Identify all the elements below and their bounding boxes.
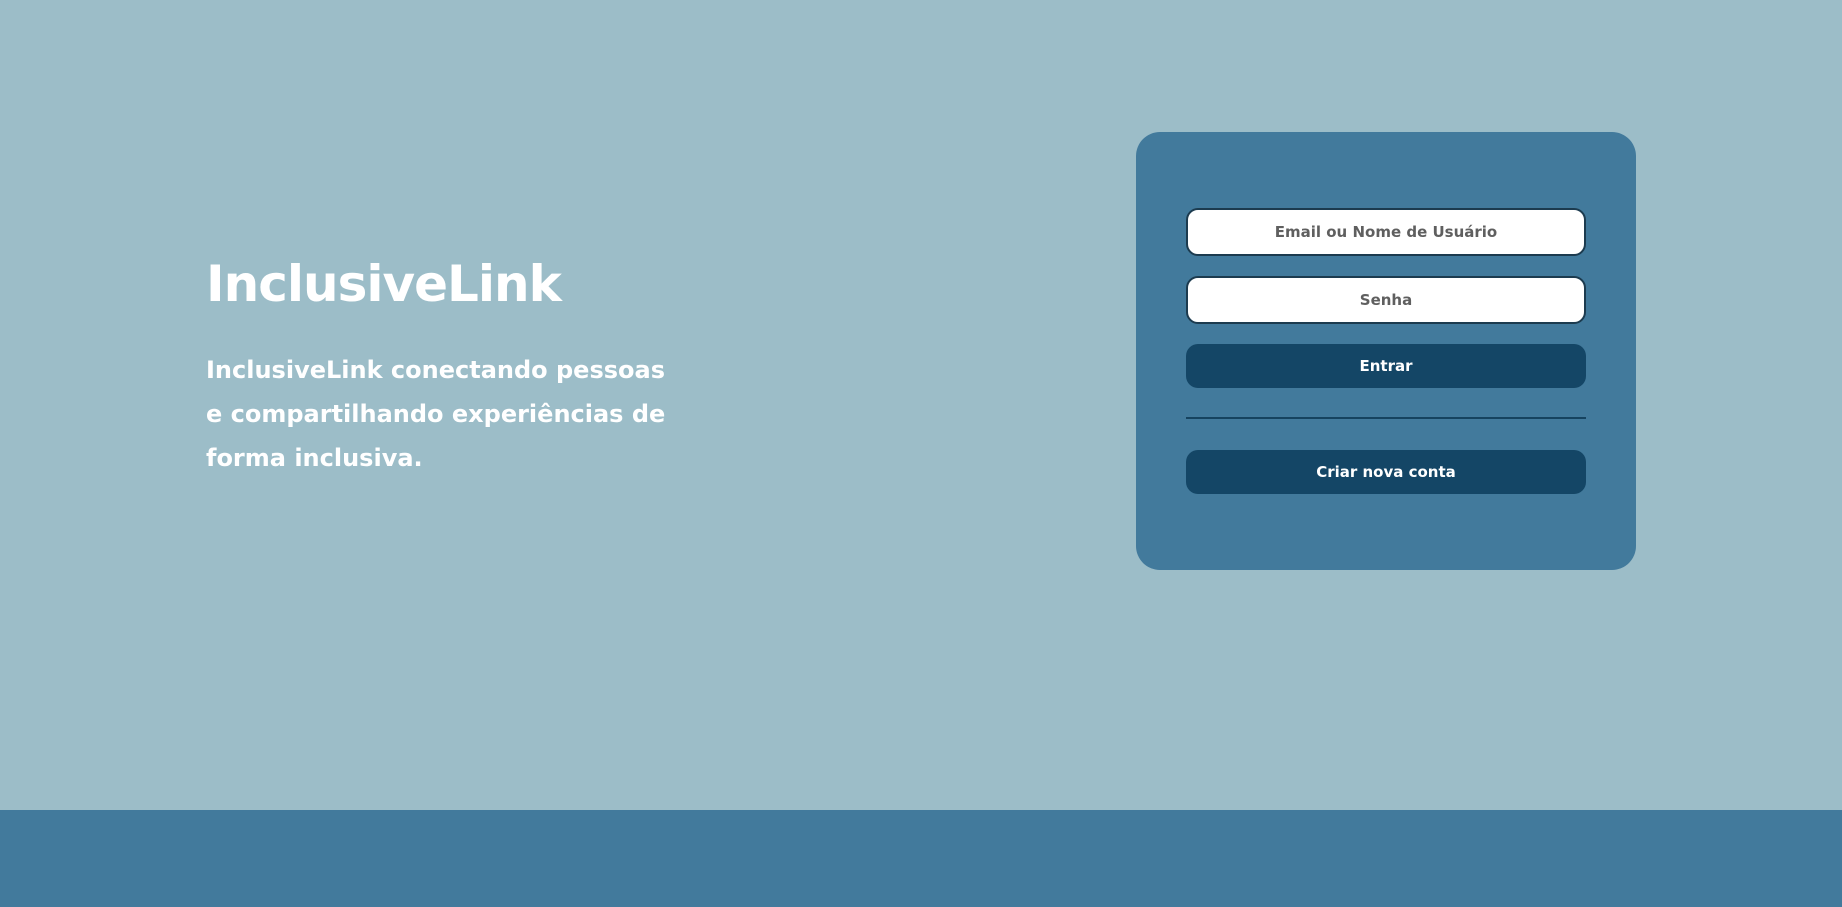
brand-title: InclusiveLink <box>206 255 562 313</box>
page-main: InclusiveLink InclusiveLink conectando p… <box>0 0 1842 810</box>
email-username-input[interactable] <box>1186 208 1586 256</box>
brand-tagline: InclusiveLink conectando pessoas e compa… <box>206 356 666 472</box>
divider <box>1186 417 1586 419</box>
login-button[interactable]: Entrar <box>1186 344 1586 388</box>
login-card: Entrar Criar nova conta <box>1136 132 1636 570</box>
password-input[interactable] <box>1186 276 1586 324</box>
footer-bar <box>0 810 1842 907</box>
brand-block: InclusiveLink InclusiveLink conectando p… <box>206 248 706 480</box>
create-account-button[interactable]: Criar nova conta <box>1186 450 1586 494</box>
